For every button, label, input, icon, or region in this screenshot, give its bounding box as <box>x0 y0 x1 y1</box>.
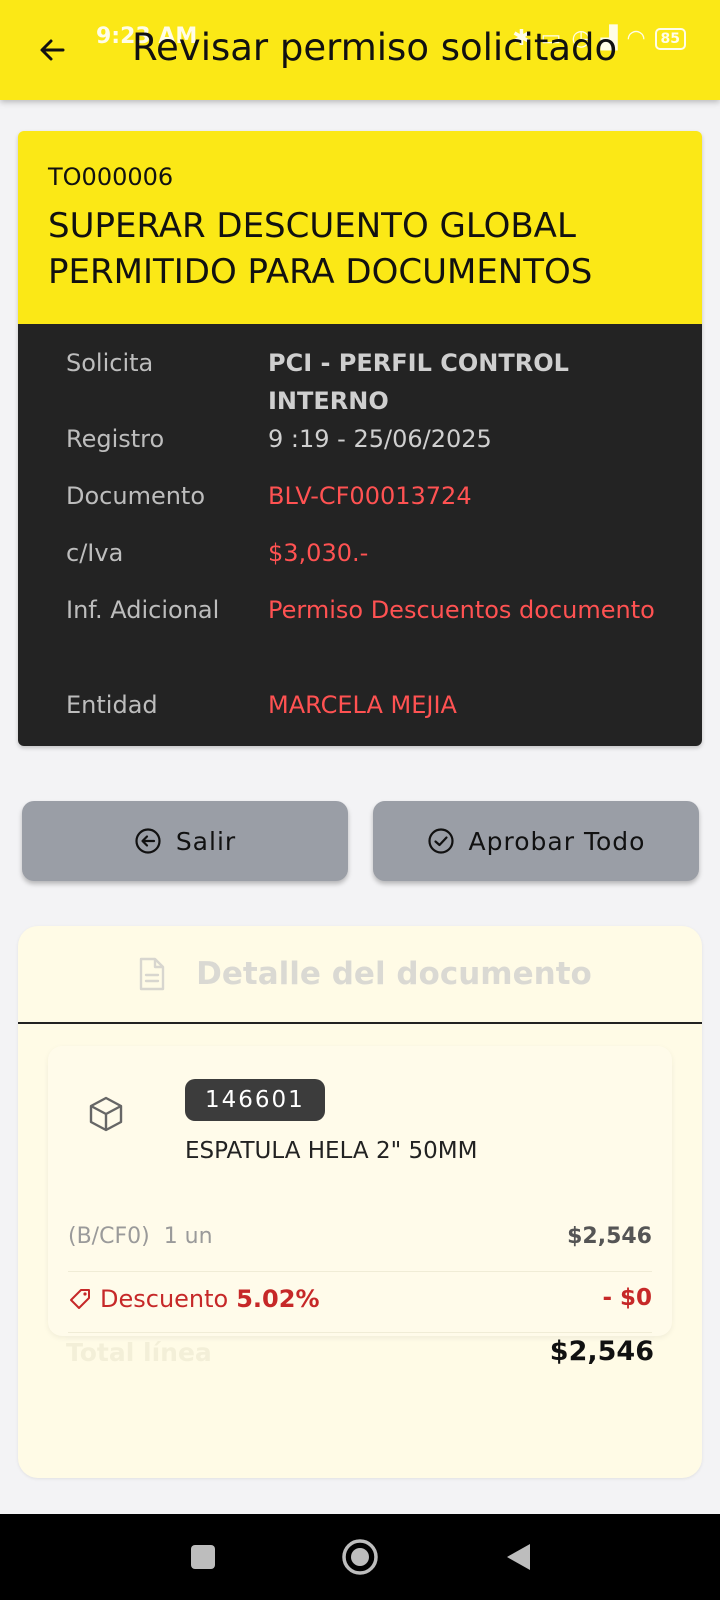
detail-value: BLV-CF00013724 <box>268 482 472 510</box>
system-nav-bar <box>0 1514 720 1600</box>
doc-type: (B/CF0) <box>68 1224 150 1249</box>
detail-label: Entidad <box>66 691 158 719</box>
item-name: ESPATULA HELA 2" 50MM <box>185 1138 478 1164</box>
discount-row: Descuento 5.02% <box>68 1285 320 1313</box>
divider <box>68 1332 652 1333</box>
detail-label: Solicita <box>66 349 154 377</box>
line-total-label: Total línea <box>66 1338 212 1367</box>
line-price: $2,546 <box>567 1224 652 1249</box>
document-detail-panel: Detalle del documento 146601 ESPATULA HE… <box>18 926 702 1478</box>
permission-title: SUPERAR DESCUENTO GLOBAL PERMITIDO PARA … <box>48 206 593 292</box>
discount-label: Descuento <box>100 1285 229 1313</box>
permission-card: TO000006 SUPERAR DESCUENTO GLOBAL PERMIT… <box>18 131 702 746</box>
square-icon <box>191 1545 215 1569</box>
back-button[interactable] <box>30 28 74 72</box>
permission-code: TO000006 <box>48 163 174 191</box>
divider <box>68 1271 652 1272</box>
screen: 9:23 AM ✱ ▭ ◷ ▟ ◠ 85 Revisar permiso sol… <box>0 0 720 1600</box>
approve-all-button-label: Aprobar Todo <box>468 826 646 856</box>
detail-label: Registro <box>66 425 165 453</box>
home-button[interactable] <box>337 1534 383 1580</box>
detail-row-solicita: Solicita PCI - PERFIL CONTROL INTERNO <box>66 344 702 420</box>
detail-label: c/Iva <box>66 539 124 567</box>
triangle-left-icon <box>507 1544 530 1570</box>
exit-button[interactable]: Salir <box>22 801 348 881</box>
tag-icon <box>70 1289 90 1309</box>
system-back-button[interactable] <box>495 1534 541 1580</box>
document-icon <box>139 957 165 991</box>
document-detail-title: Detalle del documento <box>196 956 592 992</box>
circle-arrow-left-icon <box>135 828 161 854</box>
detail-value: MARCELA MEJIA <box>268 691 457 719</box>
circle-check-icon <box>427 828 454 854</box>
detail-value: $3,030.- <box>268 539 369 567</box>
detail-row-documento: Documento BLV-CF00013724 <box>66 477 702 534</box>
detail-row-civa: c/Iva $3,030.- <box>66 534 702 591</box>
document-detail-header[interactable]: Detalle del documento <box>18 926 702 1024</box>
detail-row-registro: Registro 9 :19 - 25/06/2025 <box>66 420 702 477</box>
permission-details: Solicita PCI - PERFIL CONTROL INTERNO Re… <box>18 324 702 746</box>
box-icon <box>89 1096 123 1132</box>
circle-icon <box>342 1539 378 1575</box>
detail-row-entidad: Entidad MARCELA MEJIA <box>66 686 702 743</box>
line-item-card[interactable]: 146601 ESPATULA HELA 2" 50MM (B/CF0) 1 un… <box>48 1046 672 1336</box>
detail-label: Documento <box>66 482 206 510</box>
page-title: Revisar permiso solicitado <box>132 26 618 69</box>
detail-value: PCI - PERFIL CONTROL INTERNO <box>268 349 569 415</box>
recents-button[interactable] <box>180 1534 226 1580</box>
approve-all-button[interactable]: Aprobar Todo <box>373 801 699 881</box>
app-bar: 9:23 AM ✱ ▭ ◷ ▟ ◠ 85 Revisar permiso sol… <box>0 0 720 100</box>
detail-label: Inf. Adicional <box>66 596 220 624</box>
detail-row-inf-adicional: Inf. Adicional Permiso Descuentos docume… <box>66 591 702 686</box>
battery-icon: 85 <box>654 27 686 50</box>
discount-percent: 5.02% <box>236 1285 320 1313</box>
exit-button-label: Salir <box>175 826 237 856</box>
permission-header: TO000006 SUPERAR DESCUENTO GLOBAL PERMIT… <box>18 131 702 324</box>
line-quantity: (B/CF0) 1 un <box>68 1224 213 1249</box>
discount-amount: - $0 <box>602 1285 652 1311</box>
arrow-left-icon <box>40 39 65 61</box>
detail-value: 9 :19 - 25/06/2025 <box>268 425 492 453</box>
sku-badge: 146601 <box>185 1079 325 1121</box>
line-total-value: $2,546 <box>549 1336 654 1367</box>
wifi-icon: ◠ <box>627 26 645 51</box>
detail-value: Permiso Descuentos documento <box>268 596 655 624</box>
quantity: 1 un <box>163 1224 213 1249</box>
